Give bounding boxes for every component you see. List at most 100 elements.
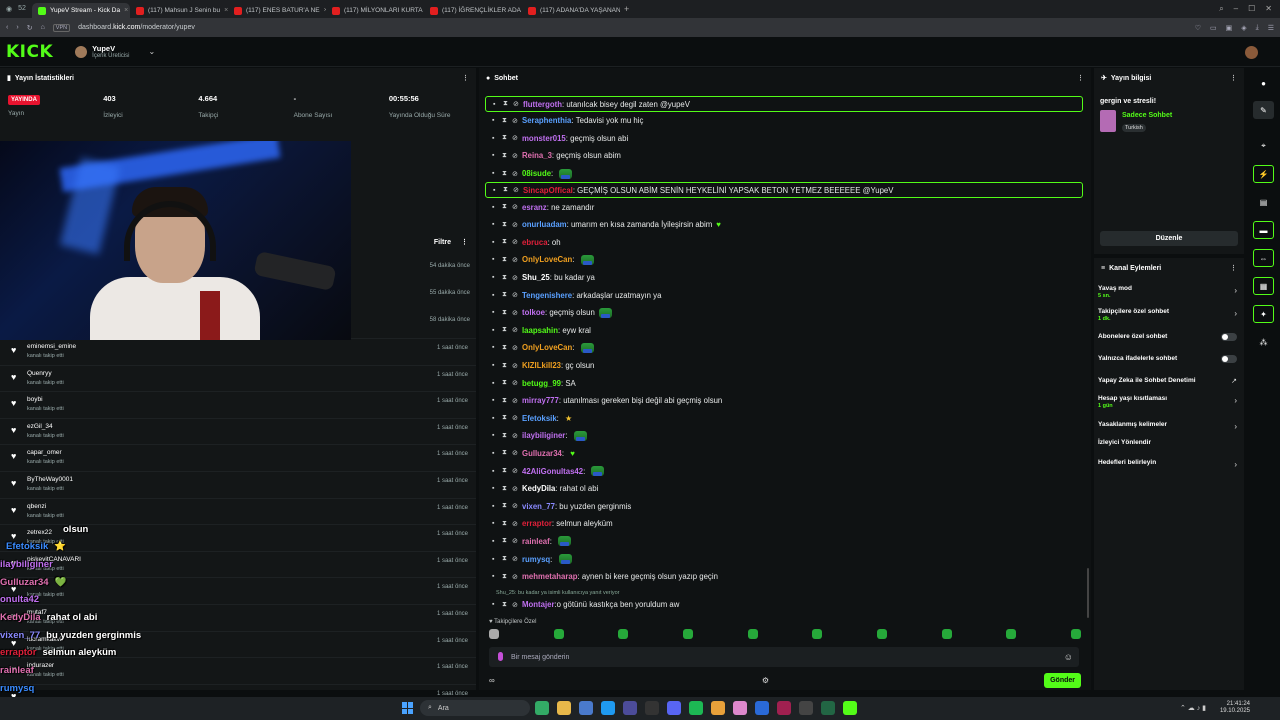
chat-username[interactable]: laapsahin (522, 326, 558, 335)
chevron-right-icon[interactable]: › (1234, 460, 1237, 469)
chat-username[interactable]: OnlyLoveCan (522, 255, 572, 264)
xbox-icon[interactable] (535, 701, 549, 715)
avatar-emote-icon[interactable] (489, 629, 499, 639)
timeout-icon[interactable]: ⧗ (502, 555, 512, 563)
user-avatar[interactable] (1245, 46, 1258, 59)
document-icon[interactable]: ▤ (1253, 193, 1274, 211)
chat-message[interactable]: ▪ ⧗ ⊘ tolkoe: geçmiş olsun (479, 304, 1091, 322)
pin-icon[interactable]: ▪ (492, 538, 502, 545)
timeout-icon[interactable]: ⧗ (502, 601, 512, 609)
pin-icon[interactable]: ▪ (492, 601, 502, 608)
timeout-icon[interactable]: ⧗ (502, 221, 512, 229)
timeout-icon[interactable]: ⧗ (502, 117, 512, 125)
ban-icon[interactable]: ⊘ (512, 274, 522, 282)
new-tab-icon[interactable]: + (624, 4, 629, 14)
edit-button[interactable]: Düzenle (1100, 231, 1238, 246)
link-icon[interactable]: ⇔ (1253, 249, 1274, 267)
chevron-down-icon[interactable]: ⌄ (149, 47, 156, 56)
chevron-right-icon[interactable]: › (1234, 422, 1237, 431)
follower-name[interactable]: Quenryy (27, 370, 52, 377)
pin-icon[interactable]: ▪ (492, 362, 502, 369)
ban-icon[interactable]: ⊘ (512, 256, 522, 264)
ban-icon[interactable]: ⊘ (512, 432, 522, 440)
ban-icon[interactable]: ⊘ (512, 362, 522, 370)
chat-username[interactable]: tolkoe (522, 308, 545, 317)
download-icon[interactable]: ⤓ (1256, 24, 1259, 32)
chat-message[interactable]: ▪ ⧗ ⊘ Seraphenthia: Tedavisi yok mu hiç (479, 112, 1091, 130)
chat-message[interactable]: ▪ ⧗ ⊘ 42AliGonultas42: (479, 462, 1091, 480)
forward-icon[interactable]: › (16, 24, 18, 31)
chat-message[interactable]: ▪ ⧗ ⊘ KedyDila: rahat ol abi (479, 480, 1091, 498)
emote-icon[interactable] (1070, 629, 1081, 639)
chat-username[interactable]: rumysq (522, 555, 550, 564)
emote-icon[interactable] (876, 629, 887, 639)
chevron-right-icon[interactable]: › (1234, 309, 1237, 318)
chat-username[interactable]: Reina_3 (522, 151, 552, 160)
ban-icon[interactable]: ⊘ (512, 238, 522, 246)
chat-message[interactable]: ▪ ⧗ ⊘ KIZILkill23: gç olsun (479, 357, 1091, 375)
ban-icon[interactable]: ⊘ (512, 467, 522, 475)
chat-username[interactable]: ilaybiliginer (522, 431, 565, 440)
pin-icon[interactable]: ▪ (493, 101, 503, 108)
chat-username[interactable]: Montajer (522, 600, 555, 609)
chat-message[interactable]: ▪ ⧗ ⊘ mehmetaharap: aynen bi kere geçmiş ol… (479, 568, 1091, 586)
chat-message[interactable]: ▪ ⧗ ⊘ ilaybiliginer: (479, 427, 1091, 445)
chat-input[interactable]: Bir mesaj gönderin ☺ (489, 647, 1079, 667)
ban-icon[interactable]: ⊘ (513, 186, 523, 194)
timeout-icon[interactable]: ⧗ (502, 573, 512, 581)
taskbar-search[interactable]: ⌕ Ara (420, 700, 530, 716)
chat-message[interactable]: ▪ ⧗ ⊘ Montajer: o götünü kastıkça ben yo… (479, 596, 1091, 614)
timeout-icon[interactable]: ⧗ (502, 256, 512, 264)
timeout-icon[interactable]: ⧗ (502, 397, 512, 405)
emote-icon[interactable] (812, 629, 823, 639)
channel-action-item[interactable]: Yapay Zeka ile Sohbet Denetimi ↗ (1098, 377, 1240, 385)
ban-icon[interactable]: ⊘ (512, 379, 522, 387)
pencil-icon[interactable]: ✎ (1253, 101, 1274, 119)
pin-icon[interactable]: ▪ (492, 117, 502, 124)
pin-icon[interactable]: ▪ (492, 468, 502, 475)
ban-icon[interactable]: ⊘ (512, 117, 522, 125)
bookmark-icon[interactable]: ♡ (1195, 24, 1201, 32)
chat-message[interactable]: ▪ ⧗ ⊘ OnlyLoveCan: (479, 339, 1091, 357)
browser-tab[interactable]: (117) MİLYONLARI KURTA× (326, 3, 424, 18)
timeout-icon[interactable]: ⧗ (502, 379, 512, 387)
settings-icon[interactable]: ☰ (1268, 24, 1274, 32)
ban-icon[interactable]: ⊘ (512, 537, 522, 545)
pin-icon[interactable]: ▪ (492, 204, 502, 211)
emote-icon[interactable] (747, 629, 758, 639)
activity-row[interactable]: ♥ indurazer kanalı takip etti 1 saat önce (0, 657, 476, 683)
browser-menu-icon[interactable]: ◉ (6, 5, 12, 13)
channel-action-item[interactable]: Yasaklanmış kelimeler › (1098, 421, 1240, 431)
chat-username[interactable]: vixen_77 (522, 502, 555, 511)
more-options-icon[interactable]: ⋮ (1077, 74, 1084, 82)
ban-icon[interactable]: ⊘ (512, 397, 522, 405)
chat-message[interactable]: ▪ ⧗ ⊘ rainleaf: (479, 533, 1091, 551)
timeout-icon[interactable]: ⧗ (502, 203, 512, 211)
browser-tab[interactable]: YupeV Stream - Kick Da × (32, 3, 130, 18)
chat-scrollbar[interactable] (1087, 568, 1089, 618)
send-button[interactable]: Gönder (1044, 672, 1081, 688)
timeout-icon[interactable]: ⧗ (502, 432, 512, 440)
activity-row[interactable]: ♥ Quenryy kanalı takip etti 1 saat önce (0, 364, 476, 391)
follower-name[interactable]: qbenzi (27, 503, 46, 510)
browser-tab[interactable]: (117) ENES BATUR'A NE × (228, 3, 326, 18)
maximize-icon[interactable]: ☐ (1248, 4, 1255, 14)
timeout-icon[interactable]: ⧗ (502, 291, 512, 299)
ban-icon[interactable]: ⊘ (512, 152, 522, 160)
pin-icon[interactable]: ▪ (492, 415, 502, 422)
pin-icon[interactable]: ▪ (492, 135, 502, 142)
ban-icon[interactable]: ⊘ (512, 203, 522, 211)
chat-username[interactable]: SincapOffical (523, 186, 573, 195)
more-options-icon[interactable]: ⋮ (1230, 74, 1237, 82)
timeout-icon[interactable]: ⧗ (502, 520, 512, 528)
chat-message[interactable]: ▪ ⧗ ⊘ vixen_77: bu yuzden gerginmis (479, 497, 1091, 515)
chat-username[interactable]: ebruca (522, 238, 548, 247)
ban-icon[interactable]: ⊘ (512, 414, 522, 422)
follower-name[interactable]: ezGil_34 (27, 423, 53, 430)
activity-row[interactable]: ♥ qbenzi kanalı takip etti 1 saat önce (0, 497, 476, 524)
timeout-icon[interactable]: ⧗ (502, 326, 512, 334)
ban-icon[interactable]: ⊘ (512, 573, 522, 581)
apps-icon[interactable]: ⁂ (1253, 333, 1274, 351)
pin-icon[interactable]: ▪ (492, 344, 502, 351)
timeout-icon[interactable]: ⧗ (502, 362, 512, 370)
